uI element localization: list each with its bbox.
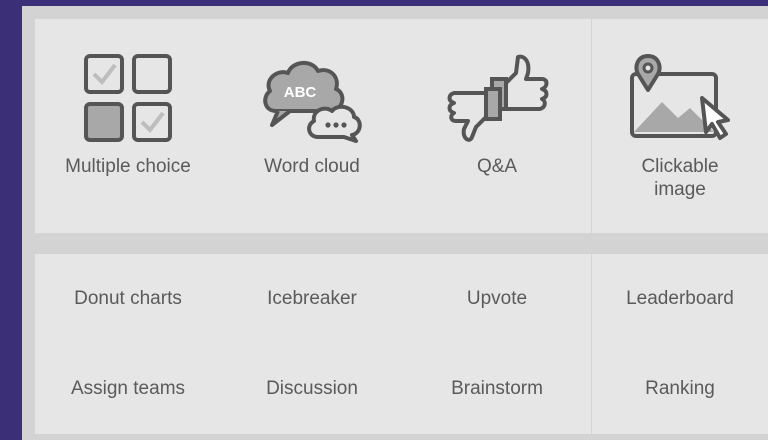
tile-label: Q&A <box>476 156 518 177</box>
featured-question-types: Multiple choice ABC Word cloud Q&A Click… <box>35 19 768 233</box>
clickable-image-icon <box>625 51 735 145</box>
assign-teams-item[interactable]: Assign teams <box>35 344 221 434</box>
discussion-item[interactable]: Discussion <box>221 344 403 434</box>
multiple-choice-checkbox-icon <box>73 51 183 145</box>
brainstorm-item[interactable]: Brainstorm <box>403 344 591 434</box>
icebreaker-item[interactable]: Icebreaker <box>221 254 403 344</box>
leaderboard-item[interactable]: Leaderboard <box>591 254 768 344</box>
donut-charts-item[interactable]: Donut charts <box>35 254 221 344</box>
multiple-choice-tile[interactable]: Multiple choice <box>35 19 221 233</box>
tile-label: Clickable image <box>641 156 719 200</box>
word-cloud-tile[interactable]: ABC Word cloud <box>221 19 403 233</box>
ranking-item[interactable]: Ranking <box>591 344 768 434</box>
word-cloud-speech-bubbles-icon: ABC <box>257 51 367 145</box>
tile-label: Word cloud <box>264 156 360 177</box>
question-type-panel: Multiple choice ABC Word cloud Q&A Click… <box>22 6 768 440</box>
svg-text:ABC: ABC <box>284 84 317 101</box>
more-question-types: Donut charts Icebreaker Upvote Leaderboa… <box>35 254 768 434</box>
tile-label: Multiple choice <box>65 156 191 177</box>
qa-tile[interactable]: Q&A <box>403 19 591 233</box>
thumbs-up-down-icon <box>442 51 552 145</box>
clickable-image-tile[interactable]: Clickable image <box>591 19 768 233</box>
upvote-item[interactable]: Upvote <box>403 254 591 344</box>
